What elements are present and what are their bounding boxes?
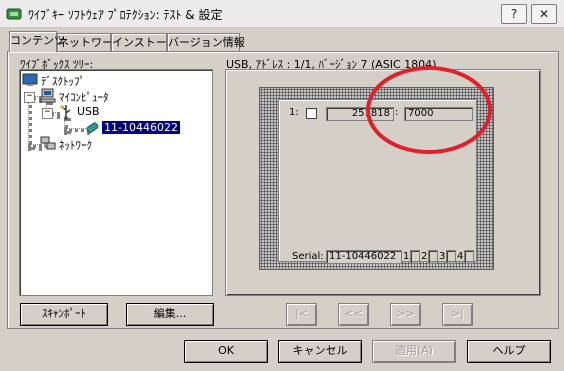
last-page-button[interactable]: >| bbox=[442, 303, 473, 326]
tree-item-network[interactable]: ﾈｯﾄﾜｰｸ bbox=[59, 137, 92, 153]
ok-button[interactable]: OK bbox=[184, 340, 268, 363]
tree-item-desktop[interactable]: ﾃﾞｽｸﾄｯﾌﾟ bbox=[41, 73, 85, 89]
close-button[interactable]: ✕ bbox=[531, 4, 557, 24]
port-box bbox=[464, 250, 474, 264]
tree-item-usb[interactable]: USB bbox=[77, 105, 100, 118]
port-number: 4 bbox=[457, 251, 464, 262]
red-annotation-circle bbox=[366, 66, 492, 154]
help-button[interactable]: ヘルプ bbox=[467, 340, 551, 363]
scan-port-button[interactable]: ｽｷｬﾝﾎﾟｰﾄ bbox=[20, 303, 108, 326]
tab-install[interactable]: インストール bbox=[111, 33, 178, 51]
tree-item-dongle[interactable]: 11-10446022 bbox=[102, 121, 180, 134]
network-icon bbox=[40, 136, 56, 152]
tab-network[interactable]: ネットワーク bbox=[57, 33, 124, 51]
port-number: 2 bbox=[421, 251, 428, 262]
cancel-button[interactable]: キャンセル bbox=[278, 340, 362, 363]
first-page-button[interactable]: |< bbox=[286, 303, 317, 326]
port-box bbox=[428, 250, 438, 264]
help-title-button[interactable]: ? bbox=[501, 4, 527, 24]
tree-view[interactable]: ﾃﾞｽｸﾄｯﾌﾟ − ﾏｲｺﾝﾋﾟｭｰﾀ − USB 11-10446022 ﾈ… bbox=[19, 69, 213, 296]
computer-icon bbox=[40, 88, 56, 104]
serial-label: Serial: bbox=[292, 251, 324, 262]
app-key-icon bbox=[6, 6, 22, 22]
tab-contents[interactable]: コンテンツ bbox=[9, 31, 65, 52]
apply-button[interactable]: 適用(A) bbox=[372, 340, 456, 363]
window-title: ﾜｲﾌﾞｷｰ ｿﾌﾄｳｪｱ ﾌﾟﾛﾃｸｼｮﾝ: ﾃｽﾄ & 設定 bbox=[28, 8, 223, 22]
usb-icon bbox=[58, 104, 74, 120]
dongle-icon bbox=[84, 120, 100, 136]
port-number: 3 bbox=[439, 251, 446, 262]
tree-item-my-computer[interactable]: ﾏｲｺﾝﾋﾟｭｰﾀ bbox=[59, 89, 109, 105]
edit-button[interactable]: 編集... bbox=[126, 303, 214, 326]
tab-version-info[interactable]: バージョン情報 bbox=[167, 33, 245, 51]
collapse-icon[interactable]: − bbox=[42, 108, 53, 119]
slot-checkbox[interactable] bbox=[306, 108, 317, 119]
serial-value-field: 11-10446022 bbox=[326, 250, 402, 264]
slot-number: 1: bbox=[289, 107, 299, 118]
desktop-icon bbox=[22, 72, 38, 88]
collapse-icon[interactable]: − bbox=[24, 92, 35, 103]
port-box bbox=[410, 250, 420, 264]
port-box bbox=[446, 250, 456, 264]
previous-page-button[interactable]: << bbox=[338, 303, 369, 326]
next-page-button[interactable]: >> bbox=[390, 303, 421, 326]
port-number: 1 bbox=[403, 251, 410, 262]
